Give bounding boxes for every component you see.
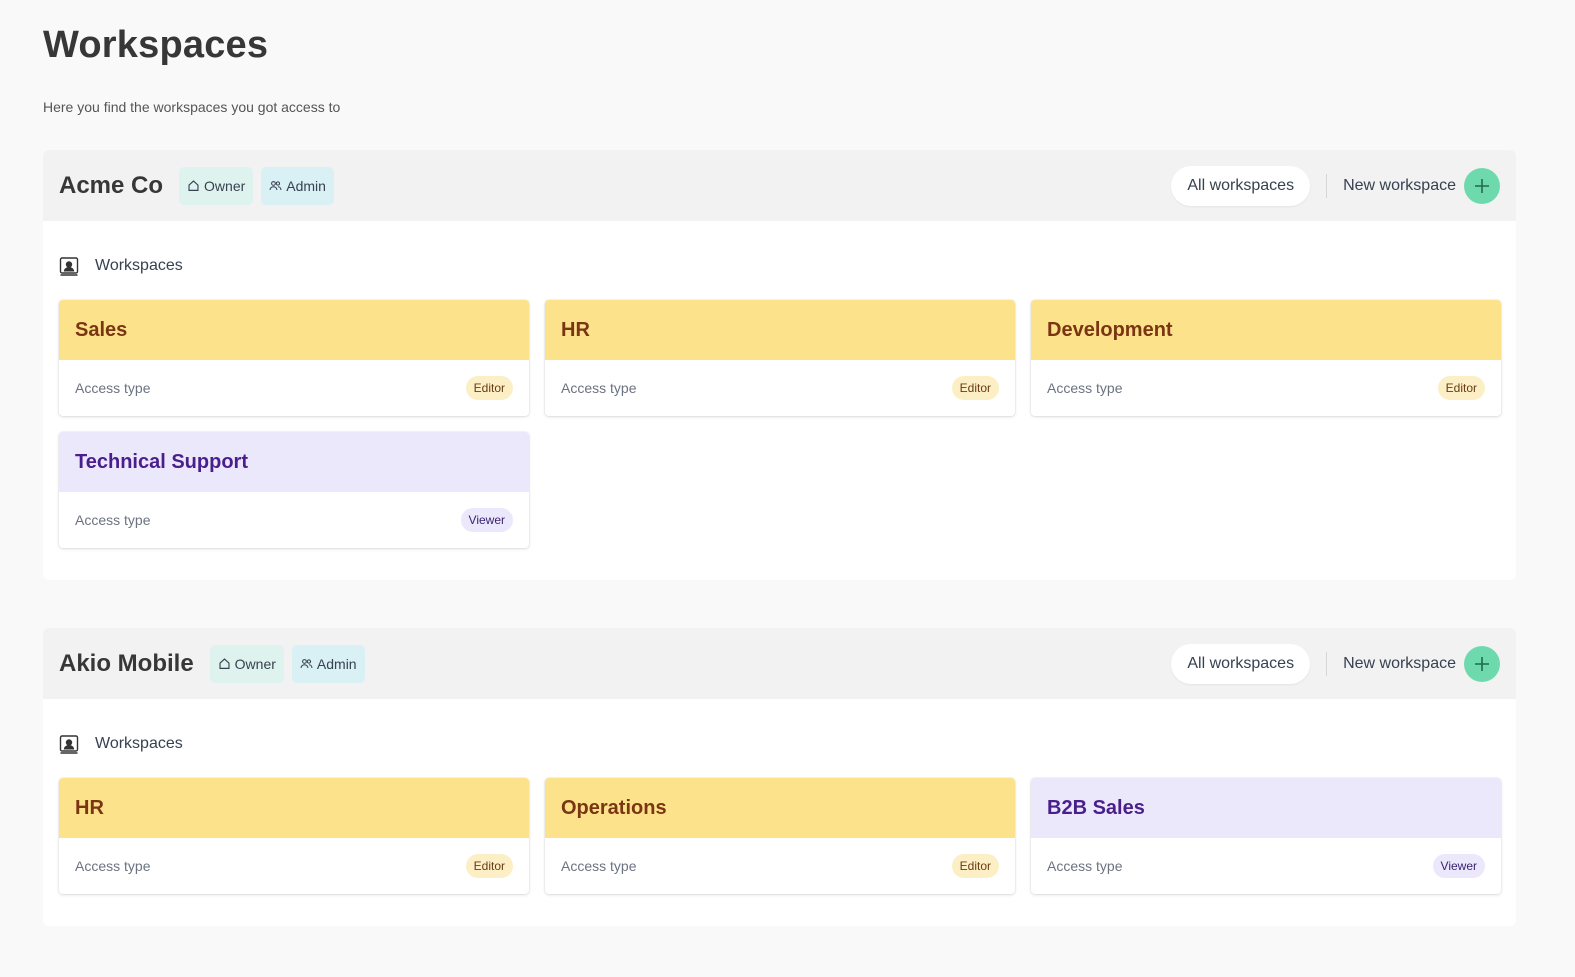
section-label-text: Workspaces [95, 256, 183, 274]
access-type-label: Access type [75, 380, 151, 396]
divider [1326, 173, 1328, 198]
access-badge: Viewer [460, 508, 513, 532]
new-workspace-label: New workspace [1343, 176, 1456, 194]
workspace-footer: Access type Viewer [1031, 838, 1501, 894]
new-workspace-button[interactable]: New workspace [1343, 645, 1500, 682]
all-workspaces-button[interactable]: All workspaces [1171, 165, 1311, 206]
workspace-name: Sales [59, 300, 529, 360]
workspace-grid: Sales Access type Editor HR Access type … [59, 300, 1501, 548]
access-badge: Editor [465, 376, 513, 400]
home-icon [219, 658, 230, 669]
workspace-name: HR [545, 300, 1015, 360]
owner-badge-label: Owner [204, 177, 246, 194]
workspaces-section-label: Workspaces [59, 245, 1500, 286]
workspace-card[interactable]: B2B Sales Access type Viewer [1031, 778, 1501, 894]
new-workspace-label: New workspace [1343, 654, 1456, 672]
org-section: Akio Mobile Owner Admin All workspaces N… [43, 628, 1516, 926]
workspace-card[interactable]: HR Access type Editor [545, 300, 1015, 416]
workspace-footer: Access type Editor [1031, 360, 1501, 416]
section-label-text: Workspaces [95, 734, 183, 752]
org-name: Acme Co [59, 171, 164, 199]
workspace-icon [59, 734, 79, 754]
workspace-name: Operations [545, 778, 1015, 838]
org-header: Akio Mobile Owner Admin All workspaces N… [43, 628, 1516, 699]
plus-icon [1475, 656, 1489, 671]
access-badge: Editor [951, 376, 999, 400]
access-type-label: Access type [1047, 858, 1123, 874]
home-icon [188, 180, 199, 191]
workspace-card[interactable]: Operations Access type Editor [545, 778, 1015, 894]
access-type-label: Access type [561, 858, 637, 874]
access-badge: Editor [1437, 376, 1485, 400]
workspaces-page: Workspaces Here you find the workspaces … [0, 0, 1575, 926]
access-type-label: Access type [75, 512, 151, 528]
admin-badge-label: Admin [286, 177, 326, 194]
org-name: Akio Mobile [59, 649, 194, 677]
admin-badge-label: Admin [316, 655, 357, 672]
workspace-name: Technical Support [59, 432, 529, 492]
access-type-label: Access type [561, 380, 637, 396]
access-type-label: Access type [1047, 380, 1123, 396]
workspace-card[interactable]: HR Access type Editor [59, 778, 529, 894]
add-button[interactable] [1464, 167, 1500, 204]
org-body: Workspaces HR Access type Editor Operati… [43, 699, 1516, 926]
page-subtitle: Here you find the workspaces you got acc… [43, 99, 341, 115]
workspace-footer: Access type Viewer [59, 492, 529, 548]
workspace-card[interactable]: Sales Access type Editor [59, 300, 529, 416]
new-workspace-button[interactable]: New workspace [1343, 167, 1500, 204]
org-section: Acme Co Owner Admin All workspaces New w… [43, 150, 1516, 580]
divider [1326, 651, 1328, 676]
admin-badge: Admin [261, 166, 334, 205]
org-body: Workspaces Sales Access type Editor HR A… [43, 221, 1516, 580]
access-badge: Editor [951, 854, 999, 878]
owner-badge: Owner [179, 166, 254, 205]
page-title: Workspaces [43, 24, 269, 66]
access-type-label: Access type [75, 858, 151, 874]
all-workspaces-button[interactable]: All workspaces [1171, 643, 1311, 684]
owner-badge: Owner [209, 644, 284, 683]
workspace-card[interactable]: Technical Support Access type Viewer [59, 432, 529, 548]
admin-badge: Admin [291, 644, 365, 683]
workspace-footer: Access type Editor [545, 838, 1015, 894]
access-badge: Viewer [1432, 854, 1485, 878]
workspace-icon [59, 256, 79, 276]
workspaces-section-label: Workspaces [59, 723, 1500, 764]
add-button[interactable] [1464, 645, 1500, 682]
workspace-name: Development [1031, 300, 1501, 360]
plus-icon [1475, 178, 1489, 193]
workspace-name: B2B Sales [1031, 778, 1501, 838]
workspace-footer: Access type Editor [545, 360, 1015, 416]
access-badge: Editor [465, 854, 513, 878]
owner-badge-label: Owner [234, 655, 276, 672]
workspace-card[interactable]: Development Access type Editor [1031, 300, 1501, 416]
users-icon [300, 659, 313, 669]
users-icon [269, 181, 282, 191]
workspace-name: HR [59, 778, 529, 838]
workspace-footer: Access type Editor [59, 838, 529, 894]
workspace-footer: Access type Editor [59, 360, 529, 416]
org-header: Acme Co Owner Admin All workspaces New w… [43, 150, 1516, 221]
workspace-grid: HR Access type Editor Operations Access … [59, 778, 1501, 894]
